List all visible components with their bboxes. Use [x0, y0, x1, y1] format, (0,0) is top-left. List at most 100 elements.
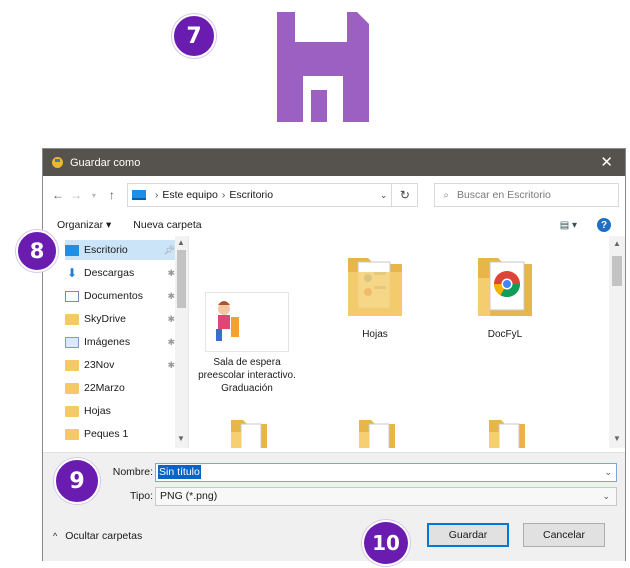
pin-icon[interactable]: ✱	[167, 337, 175, 348]
file-list: Sala de espera preescolar interactivo. G…	[191, 236, 609, 448]
filetype-select[interactable]: PNG (*.png) ⌄	[155, 486, 617, 506]
pin-icon[interactable]: 📌︎	[164, 245, 175, 256]
nav-item-22marzo[interactable]: 22Marzo	[65, 378, 175, 398]
scroll-up-icon[interactable]: ▲	[177, 238, 185, 247]
scrollbar-thumb[interactable]	[177, 250, 186, 308]
step-badge-9: 9	[54, 458, 100, 504]
search-icon: ⌕	[443, 189, 449, 201]
step-badge-10: 10	[362, 520, 410, 566]
view-options-icon[interactable]: ▤ ▾	[560, 220, 577, 231]
pin-icon[interactable]: ✱	[167, 268, 175, 279]
nav-item-23nov[interactable]: 23Nov ✱	[65, 355, 175, 375]
scroll-up-icon[interactable]: ▲	[613, 239, 621, 248]
filename-input[interactable]: Sin título ⌄	[155, 462, 617, 482]
forward-arrow-icon[interactable]: →	[67, 188, 85, 202]
nav-item-label: Imágenes	[84, 336, 131, 348]
documents-icon	[65, 290, 79, 302]
step-number: 9	[69, 468, 85, 494]
save-floppy-icon[interactable]	[273, 8, 373, 126]
step-number: 10	[372, 531, 400, 555]
folder-icon	[65, 313, 79, 325]
help-icon[interactable]: ?	[597, 218, 611, 232]
chevron-up-icon: ^	[53, 531, 58, 541]
nav-item-label: SkyDrive	[84, 313, 127, 325]
dialog-footer: ^ Ocultar carpetas Guardar Cancelar	[43, 512, 625, 561]
scroll-down-icon[interactable]: ▼	[613, 434, 621, 443]
desktop-icon	[65, 244, 79, 256]
nav-item-label: Documentos	[84, 290, 143, 302]
content-panes: Escritorio 📌︎ ⬇ Descargas ✱ Documentos ✱…	[43, 236, 625, 448]
filename-row: Nombre: Sin título ⌄	[43, 462, 625, 482]
folder-icon	[348, 258, 402, 316]
breadcrumb-separator-icon: ›	[154, 189, 159, 201]
search-placeholder: Buscar en Escritorio	[456, 189, 551, 201]
nav-item-label: 23Nov	[84, 359, 115, 371]
nav-item-hojas[interactable]: Hojas	[65, 401, 175, 421]
breadcrumb-desktop[interactable]: Escritorio	[229, 189, 273, 201]
save-button-label: Guardar	[448, 529, 488, 541]
nav-item-documents[interactable]: Documentos ✱	[65, 286, 175, 306]
dialog-title: Guardar como	[70, 156, 141, 169]
chevron-down-icon[interactable]: ⌄	[602, 491, 610, 502]
nav-item-label: Peques 1	[84, 428, 129, 440]
file-name: Hojas	[362, 329, 388, 340]
hide-folders-label: Ocultar carpetas	[65, 530, 143, 542]
refresh-icon: ↻	[399, 188, 410, 202]
file-name: DocFyL	[487, 329, 523, 340]
chevron-down-icon[interactable]: ⌄	[380, 190, 388, 201]
back-arrow-icon[interactable]: ←	[49, 188, 67, 202]
download-icon: ⬇	[66, 265, 78, 280]
up-arrow-icon[interactable]: ↑	[103, 188, 121, 202]
document-thumbnail	[205, 292, 289, 352]
recent-locations-icon[interactable]: ▾	[85, 191, 103, 200]
nav-item-skydrive[interactable]: SkyDrive ✱	[65, 309, 175, 329]
navigation-pane: Escritorio 📌︎ ⬇ Descargas ✱ Documentos ✱…	[43, 236, 189, 448]
file-item[interactable]: Sala de espera preescolar interactivo. G…	[197, 292, 297, 395]
file-name: Sala de espera preescolar interactivo. G…	[198, 357, 296, 394]
folder-icon	[65, 428, 79, 440]
search-input[interactable]: ⌕ Buscar en Escritorio	[434, 183, 619, 207]
nav-item-pictures[interactable]: Imágenes ✱	[65, 332, 175, 352]
folder-icon[interactable]	[487, 414, 527, 448]
save-fields: Nombre: Sin título ⌄ Tipo: PNG (*.png) ⌄	[43, 452, 625, 512]
close-icon[interactable]: ✕	[596, 155, 617, 170]
pin-icon[interactable]: ✱	[167, 291, 175, 302]
folder-icon	[65, 405, 79, 417]
folder-icon	[65, 359, 79, 371]
pin-icon[interactable]: ✱	[167, 314, 175, 325]
nav-item-label: 22Marzo	[84, 382, 125, 394]
folder-item[interactable]: DocFyL	[455, 250, 555, 341]
refresh-button[interactable]: ↻	[392, 183, 419, 207]
nav-item-peques-1[interactable]: Peques 1	[65, 424, 175, 444]
file-list-scrollbar[interactable]: ▲ ▼	[609, 236, 625, 448]
step-badge-7: 7	[172, 14, 216, 58]
chevron-down-icon[interactable]: ⌄	[604, 467, 612, 478]
navigation-scrollbar[interactable]: ▲ ▼	[175, 236, 188, 448]
step-number: 7	[186, 23, 202, 49]
pictures-icon	[65, 336, 79, 348]
address-bar[interactable]: › Este equipo › Escritorio ⌄	[126, 183, 393, 207]
nav-item-desktop[interactable]: Escritorio 📌︎	[65, 240, 175, 260]
filetype-row: Tipo: PNG (*.png) ⌄	[43, 486, 625, 506]
nav-item-label: Escritorio	[84, 244, 128, 256]
nav-item-label: Descargas	[84, 267, 135, 279]
cancel-button[interactable]: Cancelar	[523, 523, 605, 547]
organize-button[interactable]: Organizar ▾	[57, 219, 111, 231]
command-toolbar: Organizar ▾ Nueva carpeta ▤ ▾ ?	[43, 214, 625, 236]
hide-folders-toggle[interactable]: ^ Ocultar carpetas	[53, 530, 142, 542]
breadcrumb-separator-icon: ›	[221, 189, 226, 201]
folder-item[interactable]: Hojas	[325, 250, 425, 341]
folder-icon[interactable]	[229, 414, 269, 448]
nav-item-downloads[interactable]: ⬇ Descargas ✱	[65, 263, 175, 283]
breadcrumb-this-pc[interactable]: Este equipo	[162, 189, 217, 201]
pin-icon[interactable]: ✱	[167, 360, 175, 371]
folder-icon[interactable]	[357, 414, 397, 448]
new-folder-button[interactable]: Nueva carpeta	[133, 219, 201, 231]
save-button[interactable]: Guardar	[427, 523, 509, 547]
step-badge-8: 8	[16, 230, 58, 272]
scroll-down-icon[interactable]: ▼	[177, 434, 185, 443]
nav-item-label: Hojas	[84, 405, 111, 417]
scrollbar-thumb[interactable]	[612, 256, 622, 286]
folder-icon	[65, 382, 79, 394]
cancel-button-label: Cancelar	[542, 529, 586, 541]
